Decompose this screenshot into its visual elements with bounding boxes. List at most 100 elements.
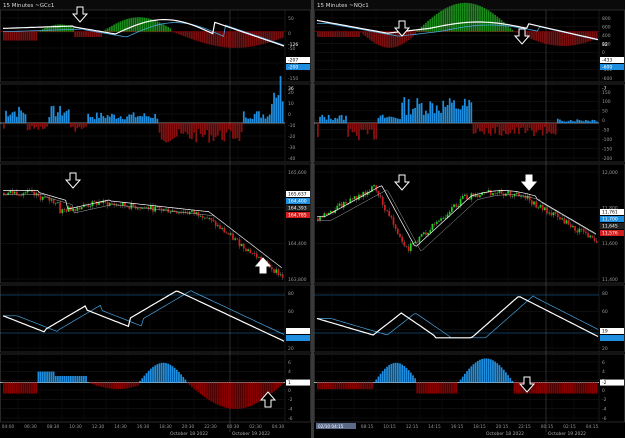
left-chart[interactable]: 15 Minutes ~GCc1500-50-100-15020100-10-2… — [0, 0, 311, 438]
hist-bar — [3, 382, 5, 394]
hist-bar — [20, 382, 23, 394]
vol-bar — [67, 109, 70, 123]
price-candle — [399, 233, 401, 237]
price-candle — [111, 203, 113, 204]
vol-bar — [26, 123, 29, 131]
hist-bar — [334, 382, 337, 390]
vol-bar — [546, 123, 548, 134]
hist-bar — [193, 382, 195, 389]
vol-bar — [463, 98, 466, 123]
vol-bar — [360, 123, 362, 130]
price-value-label: 11,576 — [602, 231, 618, 237]
osc-bar — [78, 31, 81, 37]
osc-bar — [455, 4, 458, 32]
vol-bar — [358, 123, 360, 141]
vol-bar — [468, 99, 471, 123]
price-candle — [210, 218, 213, 220]
hist-bar — [191, 382, 193, 388]
vol-bar — [561, 120, 563, 123]
osc-value-label: -126 — [288, 42, 298, 48]
osc-bar — [93, 31, 96, 37]
vol-bar — [403, 97, 406, 123]
left-chart-canvas[interactable]: 15 Minutes ~GCc1500-50-100-15020100-10-2… — [0, 0, 311, 438]
vol-bar — [37, 123, 40, 130]
right-chart-canvas[interactable]: 15 Minutes ~NQc18006004002000-200-400-60… — [314, 0, 625, 438]
hist-bar — [229, 382, 232, 409]
vol-bar — [388, 116, 391, 123]
vol-bar — [451, 102, 453, 123]
vol-bar — [139, 115, 141, 123]
price-candle — [204, 217, 206, 219]
osc-bar — [26, 31, 29, 41]
price-candle — [554, 212, 557, 214]
osc-bar — [327, 31, 330, 37]
vol-bar — [433, 113, 436, 123]
price-candle — [63, 209, 66, 210]
time-tick-label: 08:15 — [361, 424, 374, 430]
osc-bar — [580, 31, 583, 44]
hist-bar — [253, 382, 256, 405]
hist-bar — [214, 382, 217, 404]
vol-bar — [130, 114, 133, 123]
vol-bar — [593, 120, 596, 123]
vol-bar — [212, 123, 215, 142]
hist-bar — [317, 382, 319, 390]
osc-bar — [489, 11, 492, 32]
osc-bar — [9, 31, 12, 41]
vol-bar — [548, 123, 551, 132]
price-candle — [232, 233, 234, 240]
hist-bar — [67, 375, 70, 383]
hist-bar — [65, 375, 68, 383]
vol-tick-label: -40 — [288, 156, 295, 162]
vol-bar — [390, 116, 393, 123]
hist-bar — [396, 362, 399, 383]
price-candle — [548, 212, 551, 214]
price-candle — [559, 217, 561, 220]
hist-bar — [24, 382, 27, 394]
hist-bar — [145, 373, 148, 383]
time-tick-label: 04:15 — [586, 424, 599, 430]
hist-bar — [37, 371, 40, 383]
osc-bar — [416, 30, 419, 32]
time-tick-label: 22:15 — [518, 424, 531, 430]
hist-bar — [507, 375, 509, 383]
price-candle — [384, 204, 386, 211]
osc-bar — [487, 10, 490, 32]
price-candle — [24, 192, 27, 194]
hist-bar — [585, 382, 587, 394]
vol-bar — [117, 117, 120, 123]
time-tick-label: 16:15 — [451, 424, 464, 430]
osc-bar — [565, 31, 568, 46]
vol-bar — [526, 123, 529, 131]
vol-bar — [442, 100, 445, 123]
vol-bar — [515, 123, 518, 128]
osc-bar — [396, 31, 399, 47]
vol-bar — [364, 123, 367, 130]
hist-bar — [70, 375, 72, 383]
hist-bar — [251, 382, 254, 406]
vol-bar — [351, 123, 354, 133]
price-candle — [461, 195, 464, 200]
hist-bar — [537, 382, 540, 394]
hist-bar — [204, 382, 206, 398]
hist-bar — [158, 363, 161, 383]
osc-bar — [405, 31, 408, 42]
osc-bar — [548, 31, 551, 45]
hist-bar — [593, 382, 596, 394]
osc-bar — [435, 13, 438, 32]
hist-bar — [559, 382, 561, 394]
osc-bar — [394, 31, 397, 47]
hist-bar — [481, 358, 484, 383]
price-candle — [539, 205, 542, 208]
osc-bar — [470, 3, 473, 32]
hist-bar — [147, 370, 150, 383]
hist-bar — [446, 382, 449, 394]
vol-bar — [569, 119, 572, 123]
vol-bar — [173, 123, 176, 138]
price-candle — [74, 208, 77, 211]
hist-bar — [240, 382, 243, 409]
vol-tick-label: 100 — [602, 99, 611, 105]
right-chart[interactable]: 15 Minutes ~NQc18006004002000-200-400-60… — [314, 0, 625, 438]
vol-bar — [353, 123, 356, 132]
vol-tick-label: -20 — [288, 134, 295, 140]
